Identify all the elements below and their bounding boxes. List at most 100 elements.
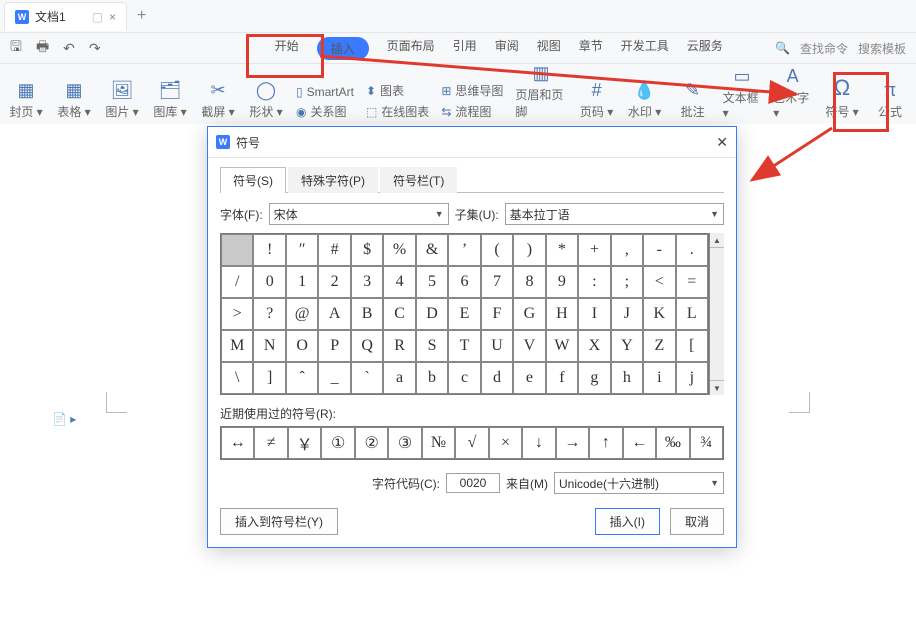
symbol-cell[interactable]: , bbox=[611, 234, 643, 266]
recent-symbol-cell[interactable]: → bbox=[556, 427, 589, 459]
restore-icon[interactable]: ▢ bbox=[92, 10, 103, 24]
grid-scrollbar[interactable]: ▲ ▼ bbox=[709, 233, 724, 395]
menu-cloud[interactable]: 云服务 bbox=[687, 37, 723, 60]
add-tab-button[interactable]: + bbox=[137, 7, 146, 25]
dialog-titlebar[interactable]: W 符号 ✕ bbox=[208, 127, 736, 158]
ribbon-symbol[interactable]: Ω符号 ▾ bbox=[824, 75, 860, 124]
recent-symbol-cell[interactable]: ↔ bbox=[221, 427, 254, 459]
recent-symbol-cell[interactable]: ① bbox=[321, 427, 354, 459]
symbol-cell[interactable]: $ bbox=[351, 234, 383, 266]
insert-to-bar-button[interactable]: 插入到符号栏(Y) bbox=[220, 508, 338, 535]
symbol-cell[interactable]: d bbox=[481, 362, 513, 394]
symbol-cell[interactable]: ; bbox=[611, 266, 643, 298]
symbol-cell[interactable]: P bbox=[318, 330, 350, 362]
document-tab[interactable]: W 文档1 ▢ × bbox=[4, 2, 127, 31]
ribbon-gallery[interactable]: 🗂图库 ▾ bbox=[152, 80, 188, 124]
symbol-cell[interactable]: 3 bbox=[351, 266, 383, 298]
symbol-cell[interactable]: Z bbox=[643, 330, 675, 362]
recent-symbol-cell[interactable]: № bbox=[422, 427, 455, 459]
dialog-close-icon[interactable]: ✕ bbox=[716, 134, 728, 151]
ribbon-wordart[interactable]: A艺术字 ▾ bbox=[773, 66, 812, 124]
tab-symbols[interactable]: 符号(S) bbox=[220, 167, 286, 193]
tab-symbolbar[interactable]: 符号栏(T) bbox=[380, 167, 457, 193]
symbol-cell[interactable]: h bbox=[611, 362, 643, 394]
search-template[interactable]: 搜索模板 bbox=[858, 40, 906, 57]
symbol-cell[interactable]: B bbox=[351, 298, 383, 330]
redo-icon[interactable]: ↷ bbox=[89, 40, 101, 57]
recent-symbol-cell[interactable]: ≠ bbox=[254, 427, 287, 459]
ribbon-picture[interactable]: 🖼图片 ▾ bbox=[104, 80, 140, 124]
symbol-cell[interactable]: % bbox=[383, 234, 415, 266]
symbol-cell[interactable]: b bbox=[416, 362, 448, 394]
menu-view[interactable]: 视图 bbox=[537, 37, 561, 60]
symbol-cell[interactable]: @ bbox=[286, 298, 318, 330]
ribbon-header-footer[interactable]: ▥页眉和页脚 bbox=[515, 63, 566, 124]
symbol-cell[interactable]: a bbox=[383, 362, 415, 394]
symbol-cell[interactable]: + bbox=[578, 234, 610, 266]
ribbon-equation[interactable]: π公式 bbox=[872, 80, 908, 124]
recent-symbol-cell[interactable]: √ bbox=[455, 427, 488, 459]
symbol-cell[interactable]: S bbox=[416, 330, 448, 362]
cancel-button[interactable]: 取消 bbox=[670, 508, 724, 535]
symbol-cell[interactable]: H bbox=[546, 298, 578, 330]
insert-button[interactable]: 插入(I) bbox=[595, 508, 660, 535]
recent-symbol-cell[interactable]: ③ bbox=[388, 427, 421, 459]
symbol-cell[interactable]: ’ bbox=[448, 234, 480, 266]
ribbon-mindmap[interactable]: ⊞思维导图 bbox=[441, 82, 503, 99]
symbol-cell[interactable]: M bbox=[221, 330, 253, 362]
symbol-cell[interactable]: f bbox=[546, 362, 578, 394]
symbol-cell[interactable]: : bbox=[578, 266, 610, 298]
ribbon-screenshot[interactable]: ✂截屏 ▾ bbox=[200, 80, 236, 124]
recent-symbol-cell[interactable]: ② bbox=[355, 427, 388, 459]
symbol-cell[interactable]: G bbox=[513, 298, 545, 330]
menu-devtools[interactable]: 开发工具 bbox=[621, 37, 669, 60]
recent-symbol-cell[interactable]: ↑ bbox=[589, 427, 622, 459]
symbol-cell[interactable]: & bbox=[416, 234, 448, 266]
symbol-cell[interactable]: # bbox=[318, 234, 350, 266]
symbol-cell[interactable]: = bbox=[676, 266, 708, 298]
symbol-cell[interactable]: F bbox=[481, 298, 513, 330]
symbol-cell[interactable]: 4 bbox=[383, 266, 415, 298]
symbol-cell[interactable]: 0 bbox=[253, 266, 285, 298]
tab-special[interactable]: 特殊字符(P) bbox=[288, 167, 378, 193]
symbol-cell[interactable]: j bbox=[676, 362, 708, 394]
symbol-cell[interactable]: g bbox=[578, 362, 610, 394]
scroll-down-icon[interactable]: ▼ bbox=[710, 380, 724, 395]
symbol-cell[interactable]: ″ bbox=[286, 234, 318, 266]
symbol-cell[interactable]: c bbox=[448, 362, 480, 394]
menu-review[interactable]: 审阅 bbox=[495, 37, 519, 60]
symbol-cell[interactable]: J bbox=[611, 298, 643, 330]
ribbon-comment[interactable]: ✎批注 bbox=[675, 80, 711, 124]
symbol-cell[interactable]: ( bbox=[481, 234, 513, 266]
menu-references[interactable]: 引用 bbox=[453, 37, 477, 60]
undo-icon[interactable]: ↶ bbox=[63, 40, 75, 57]
search-command[interactable]: 查找命令 bbox=[800, 40, 848, 57]
symbol-cell[interactable]: < bbox=[643, 266, 675, 298]
symbol-cell[interactable]: L bbox=[676, 298, 708, 330]
symbol-cell[interactable]: . bbox=[676, 234, 708, 266]
symbol-cell[interactable]: ) bbox=[513, 234, 545, 266]
recent-symbol-cell[interactable]: ¾ bbox=[690, 427, 723, 459]
recent-symbol-cell[interactable]: ￥ bbox=[288, 427, 321, 459]
symbol-cell[interactable]: U bbox=[481, 330, 513, 362]
recent-symbol-cell[interactable]: ↓ bbox=[522, 427, 555, 459]
recent-symbol-cell[interactable]: ‰ bbox=[656, 427, 689, 459]
symbol-cell[interactable]: E bbox=[448, 298, 480, 330]
symbol-cell[interactable]: * bbox=[546, 234, 578, 266]
symbol-cell[interactable]: I bbox=[578, 298, 610, 330]
symbol-cell[interactable]: ˆ bbox=[286, 362, 318, 394]
symbol-cell[interactable]: ! bbox=[253, 234, 285, 266]
symbol-cell[interactable] bbox=[221, 234, 253, 266]
symbol-cell[interactable]: 7 bbox=[481, 266, 513, 298]
symbol-cell[interactable]: D bbox=[416, 298, 448, 330]
symbol-cell[interactable]: / bbox=[221, 266, 253, 298]
menu-start[interactable]: 开始 bbox=[275, 37, 299, 60]
symbol-cell[interactable]: ? bbox=[253, 298, 285, 330]
symbol-cell[interactable]: _ bbox=[318, 362, 350, 394]
menu-page-layout[interactable]: 页面布局 bbox=[387, 37, 435, 60]
recent-symbol-cell[interactable]: ← bbox=[623, 427, 656, 459]
symbol-cell[interactable]: V bbox=[513, 330, 545, 362]
symbol-cell[interactable]: [ bbox=[676, 330, 708, 362]
symbol-cell[interactable]: 1 bbox=[286, 266, 318, 298]
ribbon-chart[interactable]: ⬍图表 bbox=[366, 82, 429, 99]
